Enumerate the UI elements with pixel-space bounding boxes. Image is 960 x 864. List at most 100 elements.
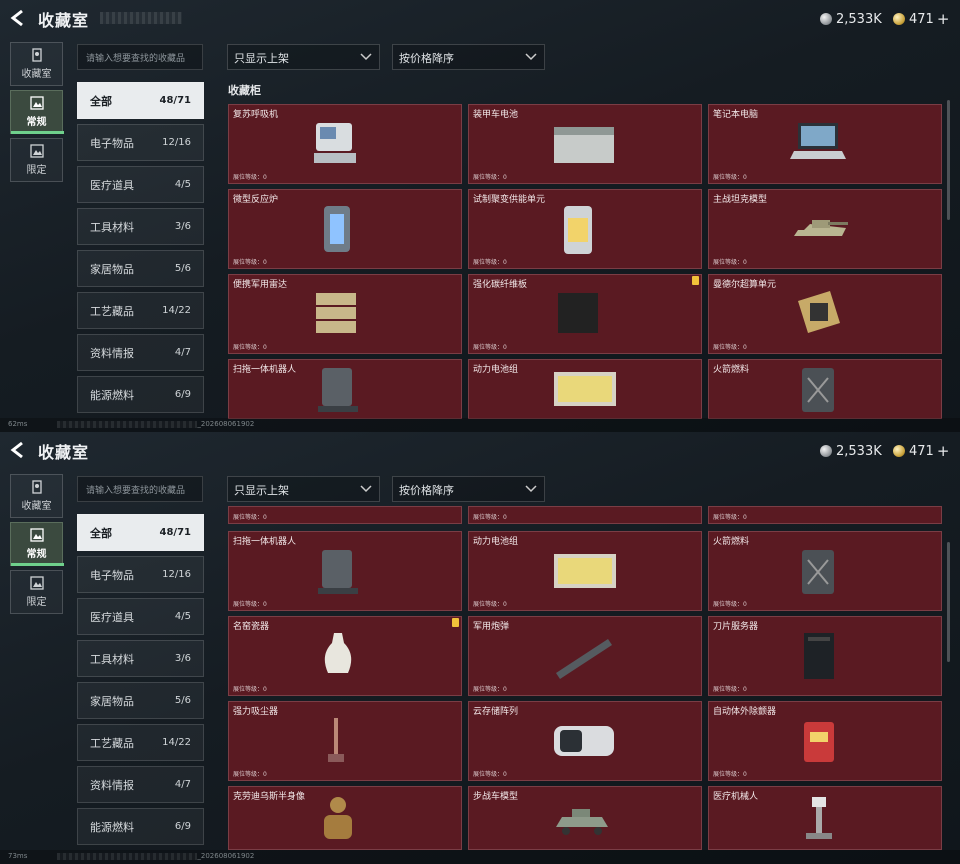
item-level: 展位等级：0 xyxy=(713,514,747,521)
item-image-icon xyxy=(804,722,834,762)
item-level: 展位等级：0 xyxy=(473,259,507,266)
item-level: 展位等级：0 xyxy=(473,514,507,521)
item-image-icon xyxy=(558,293,598,333)
item-name: 步战车模型 xyxy=(473,792,519,802)
item-card[interactable]: 军用炮弹展位等级：0 xyxy=(468,616,702,696)
item-card[interactable]: 克劳迪乌斯半身像 xyxy=(228,786,462,850)
item-name: 扫拖一体机器人 xyxy=(233,537,297,547)
item-image-icon xyxy=(318,368,358,412)
item-name: 微型反应炉 xyxy=(233,195,279,205)
item-level: 展位等级：0 xyxy=(233,771,267,778)
item-card[interactable]: 曼德尔超算单元 展位等级：0 xyxy=(708,274,942,354)
item-card[interactable]: 复苏呼吸机展位等级：0 xyxy=(228,104,462,184)
item-name: 便携军用雷达 xyxy=(233,280,288,290)
item-level: 展位等级：0 xyxy=(713,174,747,181)
item-card[interactable]: 名窑瓷器 展位等级：0 xyxy=(228,616,462,696)
item-card[interactable]: 扫拖一体机器人 展位等级：0 xyxy=(228,531,462,611)
item-name: 云存储阵列 xyxy=(473,707,519,717)
item-image-icon xyxy=(556,809,608,835)
item-name: 复苏呼吸机 xyxy=(233,110,279,120)
item-name: 强化碳纤维板 xyxy=(473,280,528,290)
item-name: 克劳迪乌斯半身像 xyxy=(233,792,306,802)
item-image-icon xyxy=(790,123,846,159)
item-card-partial[interactable]: 展位等级：0 xyxy=(228,506,462,524)
item-card[interactable]: 步战车模型 xyxy=(468,786,702,850)
item-image-icon xyxy=(554,127,614,163)
build-id: _202608061902 xyxy=(197,852,255,860)
item-card[interactable]: 笔记本电脑展位等级：0 xyxy=(708,104,942,184)
item-image-icon xyxy=(554,554,616,588)
build-id: _202608061902 xyxy=(197,420,255,428)
item-level: 展位等级：0 xyxy=(233,344,267,351)
item-card[interactable]: 微型反应炉 展位等级：0 xyxy=(228,189,462,269)
item-level: 展位等级：0 xyxy=(713,601,747,608)
item-name: 军用炮弹 xyxy=(473,622,510,632)
item-card-partial[interactable]: 展位等级：0 xyxy=(708,506,942,524)
item-name: 火箭燃料 xyxy=(713,537,750,547)
item-grid: 展位等级：0 展位等级：0 展位等级：0 扫拖一体机器人 展位等级：0 动力电池组 展位等级… xyxy=(0,432,960,864)
item-name: 名窑瓷器 xyxy=(233,622,270,632)
item-image-icon xyxy=(316,293,356,333)
item-card[interactable]: 医疗机械人 xyxy=(708,786,942,850)
item-image-icon xyxy=(556,639,612,679)
item-name: 试制聚变供能单元 xyxy=(473,195,546,205)
item-card[interactable]: 刀片服务器展位等级：0 xyxy=(708,616,942,696)
item-name: 扫拖一体机器人 xyxy=(233,365,297,375)
item-image-icon xyxy=(794,220,848,236)
item-card[interactable]: 自动体外除颤器 展位等级：0 xyxy=(708,701,942,781)
item-level: 展位等级：0 xyxy=(473,601,507,608)
status-blur xyxy=(57,420,198,428)
scrollbar[interactable] xyxy=(947,100,950,220)
item-level: 展位等级：0 xyxy=(713,259,747,266)
screen-bottom: 收藏室 2,533K 471 + 收藏室 常规 限定 请输入想要查找的收藏品 只显… xyxy=(0,432,960,864)
item-level: 展位等级：0 xyxy=(473,174,507,181)
item-image-icon xyxy=(314,123,356,163)
status-blur xyxy=(57,852,198,860)
item-image-icon xyxy=(802,550,834,594)
item-level: 展位等级：0 xyxy=(713,686,747,693)
item-card[interactable]: 强化碳纤维板 展位等级：0 xyxy=(468,274,702,354)
item-card[interactable]: 动力电池组 xyxy=(468,359,702,419)
warning-badge-icon xyxy=(452,618,459,627)
item-card[interactable]: 火箭燃料展位等级：0 xyxy=(708,531,942,611)
item-card[interactable]: 强力吸尘器展位等级：0 xyxy=(228,701,462,781)
item-card[interactable]: 试制聚变供能单元 展位等级：0 xyxy=(468,189,702,269)
item-card[interactable]: 火箭燃料 xyxy=(708,359,942,419)
item-name: 刀片服务器 xyxy=(713,622,759,632)
ping-value: 62ms xyxy=(8,420,28,428)
item-card[interactable]: 云存储阵列展位等级：0 xyxy=(468,701,702,781)
item-image-icon xyxy=(554,726,614,756)
item-name: 强力吸尘器 xyxy=(233,707,279,717)
ping-value: 73ms xyxy=(8,852,28,860)
item-image-icon xyxy=(564,206,592,254)
item-level: 展位等级：0 xyxy=(233,601,267,608)
item-card[interactable]: 便携军用雷达 展位等级：0 xyxy=(228,274,462,354)
item-grid: 复苏呼吸机 展位等级：0 装甲车电池 展位等级：0 笔记本电脑 展位等级：0 微型反应炉 展位… xyxy=(0,0,960,432)
item-name: 自动体外除颤器 xyxy=(713,707,777,717)
item-card[interactable]: 装甲车电池展位等级：0 xyxy=(468,104,702,184)
item-name: 装甲车电池 xyxy=(473,110,519,120)
item-card[interactable]: 主战坦克模型 展位等级：0 xyxy=(708,189,942,269)
screen-top: 收藏室 2,533K 471 + 收藏室 常规 限定 请输入想要查找的收藏品 只显… xyxy=(0,0,960,432)
item-name: 曼德尔超算单元 xyxy=(713,280,777,290)
item-card[interactable]: 动力电池组展位等级：0 xyxy=(468,531,702,611)
item-name: 动力电池组 xyxy=(473,365,519,375)
item-image-icon xyxy=(318,550,358,594)
item-card-partial[interactable]: 展位等级：0 xyxy=(468,506,702,524)
item-level: 展位等级：0 xyxy=(713,344,747,351)
item-image-icon xyxy=(324,797,352,839)
item-level: 展位等级：0 xyxy=(713,771,747,778)
item-level: 展位等级：0 xyxy=(473,686,507,693)
scrollbar[interactable] xyxy=(947,542,950,662)
item-image-icon xyxy=(554,372,616,406)
item-image-icon xyxy=(324,206,350,252)
item-level: 展位等级：0 xyxy=(473,771,507,778)
item-name: 笔记本电脑 xyxy=(713,110,759,120)
item-name: 动力电池组 xyxy=(473,537,519,547)
item-card[interactable]: 扫拖一体机器人 xyxy=(228,359,462,419)
item-name: 火箭燃料 xyxy=(713,365,750,375)
item-level: 展位等级：0 xyxy=(233,514,267,521)
item-level: 展位等级：0 xyxy=(233,174,267,181)
item-image-icon xyxy=(802,368,834,412)
warning-badge-icon xyxy=(692,276,699,285)
